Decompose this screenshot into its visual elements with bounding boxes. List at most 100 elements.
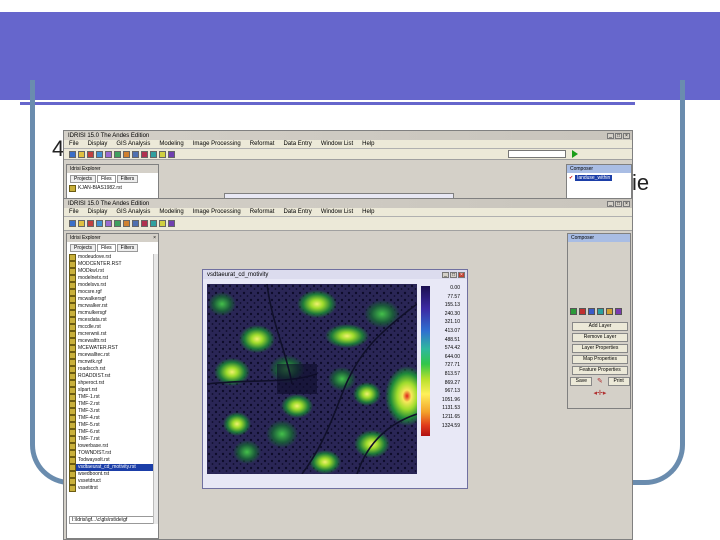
file-item[interactable]: TMF-5.rst (69, 422, 158, 429)
map-window[interactable]: vsdtaeurat_cd_motivity _ □ × 0.00 77.57 … (202, 269, 468, 489)
file-item[interactable]: MODCENTER.RST (69, 261, 158, 268)
print-button[interactable]: Print (607, 377, 630, 386)
tool-icon[interactable] (168, 150, 175, 158)
display-icon[interactable] (96, 220, 103, 227)
tab-filters[interactable]: Filters (116, 175, 139, 183)
file-item[interactable]: mcwalkersgf (69, 296, 158, 303)
front-app-window[interactable]: IDRISI 15.0 The Andes Edition _ □ × File D… (63, 198, 633, 540)
file-item[interactable]: MCEWATER.RST (69, 345, 158, 352)
file-item[interactable]: mcrwalker.rst (69, 303, 158, 310)
tab-files[interactable]: Files (97, 244, 116, 252)
file-item[interactable]: TMF-7.rst (69, 436, 158, 443)
file-item[interactable]: wsedboont.rst (69, 471, 158, 478)
menu-gis-analysis[interactable]: GIS Analysis (116, 141, 150, 147)
tool-icon[interactable] (132, 220, 139, 227)
add-layer-button[interactable]: Add Layer (572, 322, 628, 331)
tool-icon[interactable] (123, 150, 130, 158)
raster-map[interactable] (207, 284, 417, 474)
maximize-icon[interactable]: □ (450, 271, 457, 278)
menu-display[interactable]: Display (88, 209, 108, 215)
file-item[interactable]: mcewalttr.rst (69, 338, 158, 345)
file-item[interactable]: shperoct.rst (69, 380, 158, 387)
menu-modeling[interactable]: Modeling (159, 209, 183, 215)
close-icon[interactable]: × (153, 234, 158, 242)
open-icon[interactable] (69, 150, 76, 158)
file-item[interactable]: MODkwl.rst (69, 268, 158, 275)
file-item[interactable]: TMF-2.rst (69, 401, 158, 408)
file-item[interactable]: modelnetx.rst (69, 275, 158, 282)
folder-icon[interactable] (78, 220, 85, 227)
tool-icon[interactable] (159, 220, 166, 227)
menu-data-entry[interactable]: Data Entry (283, 209, 311, 215)
minimize-icon[interactable]: _ (607, 200, 614, 207)
file-item[interactable]: mocsre.rgf (69, 289, 158, 296)
menu-image-processing[interactable]: Image Processing (193, 209, 241, 215)
tab-files[interactable]: Files (97, 175, 116, 183)
tool-icon[interactable] (150, 150, 157, 158)
file-item[interactable]: mcesdata.rst (69, 317, 158, 324)
menu-file[interactable]: File (69, 209, 79, 215)
file-item[interactable]: slpart.rst (69, 387, 158, 394)
file-item[interactable]: towerbase.rst (69, 443, 158, 450)
tool-icon[interactable] (132, 150, 139, 158)
file-item[interactable]: mcrerwnii.rst (69, 331, 158, 338)
file-item[interactable]: modeudove.rst (69, 254, 158, 261)
palette-icon[interactable] (114, 220, 121, 227)
menu-window-list[interactable]: Window List (321, 209, 353, 215)
file-item[interactable]: vssetitrst (69, 485, 158, 492)
menu-window-list[interactable]: Window List (321, 141, 353, 147)
file-item[interactable]: modelsvs.rst (69, 282, 158, 289)
layer-icon[interactable] (588, 308, 595, 315)
menu-reformat[interactable]: Reformat (250, 141, 275, 147)
display-icon[interactable] (96, 150, 103, 158)
file-item[interactable]: TMF-6.rst (69, 429, 158, 436)
menu-help[interactable]: Help (362, 141, 374, 147)
pan-arrows-icon[interactable]: ◂✛▸ (585, 389, 615, 397)
check-icon[interactable]: ✔ (569, 175, 573, 181)
palette-icon[interactable] (114, 150, 121, 158)
scrollbar[interactable] (153, 254, 158, 524)
composer-icon[interactable] (87, 150, 94, 158)
file-item[interactable]: roadscch.rst (69, 366, 158, 373)
file-item[interactable]: Todwaysolt.rst (69, 457, 158, 464)
feature-properties-button[interactable]: Feature Properties (572, 366, 628, 375)
composer-icon[interactable] (87, 220, 94, 227)
tool-icon[interactable] (150, 220, 157, 227)
query-icon[interactable] (105, 150, 112, 158)
layer-icon[interactable] (579, 308, 586, 315)
menu-gis-analysis[interactable]: GIS Analysis (116, 209, 150, 215)
tab-projects[interactable]: Projects (70, 244, 97, 252)
file-item[interactable]: vssetdruct (69, 478, 158, 485)
back-titlebar[interactable]: IDRISI 15.0 The Andes Edition _ □ × (64, 131, 632, 140)
file-item[interactable]: mccdle.rst (69, 324, 158, 331)
file-item[interactable]: mcmulkersgf (69, 310, 158, 317)
open-icon[interactable] (69, 220, 76, 227)
file-item[interactable]: TOWNDIST.rst (69, 450, 158, 457)
tool-icon[interactable] (141, 220, 148, 227)
menu-image-processing[interactable]: Image Processing (193, 141, 241, 147)
tool-icon[interactable] (168, 220, 175, 227)
composer-layer[interactable]: landuse_within (575, 175, 613, 181)
layer-icon[interactable] (606, 308, 613, 315)
tool-icon[interactable] (159, 150, 166, 158)
menu-help[interactable]: Help (362, 209, 374, 215)
file-item[interactable]: ROADDIST.rst (69, 373, 158, 380)
menu-data-entry[interactable]: Data Entry (283, 141, 311, 147)
tab-filters[interactable]: Filters (116, 244, 139, 252)
menu-file[interactable]: File (69, 141, 79, 147)
file-item[interactable]: mcewalltec.rst (69, 352, 158, 359)
front-titlebar[interactable]: IDRISI 15.0 The Andes Edition _ □ × (64, 199, 632, 208)
map-titlebar[interactable]: vsdtaeurat_cd_motivity _ □ × (203, 270, 467, 279)
tab-projects[interactable]: Projects (70, 175, 97, 183)
menu-display[interactable]: Display (88, 141, 108, 147)
ruler-icon[interactable]: ✎ (597, 377, 603, 386)
file-item[interactable]: vsdtaeurat_cd_motivity.rst (69, 464, 158, 471)
folder-icon[interactable] (78, 150, 85, 158)
file-item[interactable]: TMF-1.rst (69, 394, 158, 401)
minimize-icon[interactable]: _ (442, 271, 449, 278)
file-item[interactable]: TMF-3.rst (69, 408, 158, 415)
close-icon[interactable]: × (458, 271, 465, 278)
query-icon[interactable] (105, 220, 112, 227)
close-icon[interactable]: × (623, 132, 630, 139)
close-icon[interactable]: × (623, 200, 630, 207)
